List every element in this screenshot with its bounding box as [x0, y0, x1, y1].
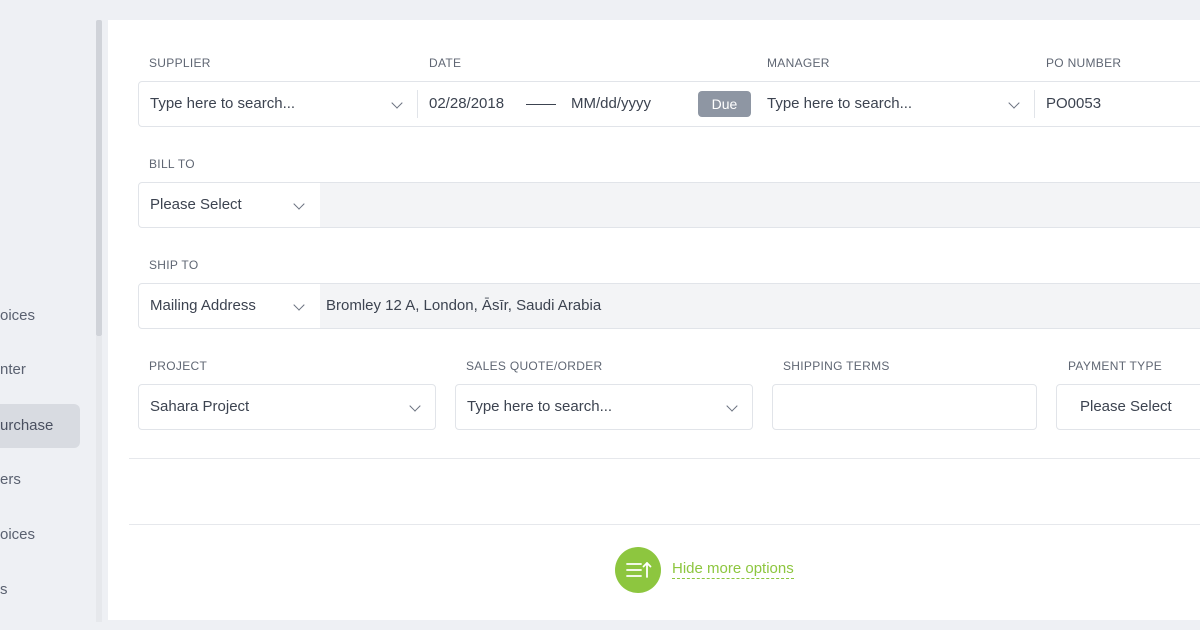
sidebar-scrollbar-thumb[interactable] — [96, 20, 102, 336]
supplier-label: SUPPLIER — [149, 56, 211, 70]
due-button[interactable]: Due — [698, 91, 751, 117]
sidebar-item-label: oices — [0, 307, 36, 324]
manager-input[interactable]: Type here to search... — [767, 95, 912, 112]
section-divider — [129, 524, 1200, 525]
sidebar-item-label: oices — [0, 526, 36, 543]
sales-quote-placeholder: Type here to search... — [467, 398, 613, 415]
hide-more-options-button[interactable] — [615, 547, 661, 593]
bill-to-label: BILL TO — [149, 157, 195, 171]
start-date-input[interactable]: 02/28/2018 — [429, 95, 504, 112]
sidebar: oices nter urchase ers oices s — [0, 0, 96, 630]
ship-to-address: Bromley 12 A, London, Āsīr, Saudi Arabia — [320, 283, 1200, 329]
sidebar-scrollbar-track — [96, 336, 102, 622]
date-label: DATE — [429, 56, 462, 70]
end-date-input[interactable]: MM/dd/yyyy — [571, 95, 651, 112]
section-divider — [129, 458, 1200, 459]
date-range-dash — [526, 104, 556, 105]
ship-to-select-value: Mailing Address — [150, 297, 256, 314]
collapse-list-icon — [626, 562, 652, 578]
field-divider — [417, 90, 418, 118]
payment-type-label: PAYMENT TYPE — [1068, 359, 1163, 373]
hide-more-options-link[interactable]: Hide more options — [672, 560, 794, 579]
sales-quote-label: SALES QUOTE/ORDER — [466, 359, 603, 373]
project-label: PROJECT — [149, 359, 208, 373]
bill-to-address — [320, 182, 1200, 228]
header-fields-row — [138, 81, 1200, 127]
bill-to-select-value: Please Select — [150, 196, 242, 213]
sidebar-item-invoices-2[interactable]: oices — [0, 526, 35, 543]
field-divider — [1034, 90, 1035, 118]
manager-label: MANAGER — [767, 56, 830, 70]
sidebar-item-orders[interactable]: ers — [0, 471, 21, 488]
shipping-terms-input[interactable] — [772, 384, 1037, 430]
po-number-label: PO NUMBER — [1046, 56, 1122, 70]
sidebar-item-label: s — [0, 581, 8, 598]
shipping-terms-label: SHIPPING TERMS — [783, 359, 890, 373]
supplier-input[interactable]: Type here to search... — [150, 95, 295, 112]
sidebar-item-label: ers — [0, 471, 21, 488]
sidebar-item-purchase[interactable]: urchase — [0, 404, 80, 448]
po-number-input[interactable]: PO0053 — [1046, 95, 1101, 112]
ship-to-address-text: Bromley 12 A, London, Āsīr, Saudi Arabia — [326, 297, 602, 314]
ship-to-label: SHIP TO — [149, 258, 199, 272]
project-select-value: Sahara Project — [150, 398, 250, 415]
sidebar-item-label: nter — [0, 361, 26, 378]
sidebar-item-invoices[interactable]: oices — [0, 307, 35, 324]
sidebar-item-label: urchase — [0, 417, 54, 434]
sidebar-item-other[interactable]: s — [0, 581, 8, 598]
purchase-order-form: SUPPLIER DATE MANAGER PO NUMBER Type her… — [108, 20, 1200, 620]
payment-type-select-value: Please Select — [1080, 398, 1172, 415]
sidebar-item-center[interactable]: nter — [0, 361, 26, 378]
